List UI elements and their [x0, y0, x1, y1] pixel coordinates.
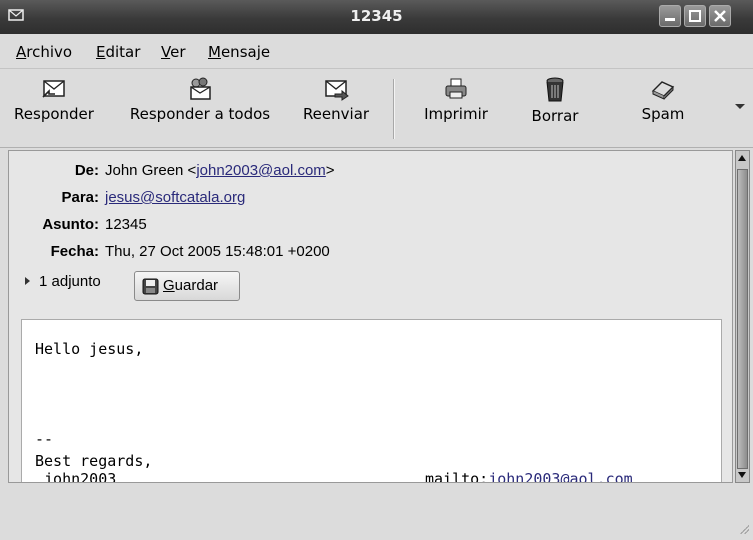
menu-ver[interactable]: Ver	[161, 43, 186, 61]
mailto-link[interactable]: john2003@aol.com	[488, 470, 633, 482]
to-email-link[interactable]: jesus@softcatala.org	[105, 189, 245, 206]
maximize-button[interactable]	[684, 5, 706, 27]
minimize-button[interactable]	[659, 5, 681, 27]
close-icon	[714, 10, 726, 22]
print-button[interactable]: Imprimir	[410, 77, 502, 123]
maximize-icon	[689, 10, 701, 22]
scroll-down-arrow[interactable]	[738, 472, 746, 478]
from-tail: >	[325, 162, 335, 179]
body-signature-separator: --	[35, 430, 54, 448]
mailto-prefix: mailto:	[425, 470, 489, 483]
window-title: 12345	[350, 7, 403, 25]
date-label: Fecha:	[50, 243, 99, 260]
reply-all-icon	[190, 77, 211, 100]
from-email-link[interactable]: john2003@aol.com	[196, 162, 325, 179]
from-label: De:	[74, 162, 99, 179]
status-bar	[0, 484, 753, 540]
expander-arrow-icon	[25, 277, 30, 285]
reply-button[interactable]: Responder	[2, 77, 106, 123]
trash-icon	[546, 77, 564, 102]
reply-icon	[42, 80, 65, 98]
body-mailto: mailto:john2003@aol.com	[425, 470, 633, 483]
scroll-up-arrow[interactable]	[738, 155, 746, 161]
spam-icon	[651, 81, 675, 100]
toolbar-overflow-arrow[interactable]	[735, 104, 745, 109]
date-value: Thu, 27 Oct 2005 15:48:01 +0200	[105, 243, 330, 260]
body-greeting: Hello jesus,	[35, 340, 144, 358]
delete-label: Borrar	[531, 107, 579, 125]
spam-button[interactable]: Spam	[626, 77, 700, 123]
print-label: Imprimir	[424, 105, 488, 123]
body-signer: john2003	[35, 470, 117, 483]
menu-archivo[interactable]: Archivo	[16, 43, 72, 61]
resize-grip[interactable]	[739, 524, 749, 534]
from-name: John Green <	[105, 162, 197, 179]
reply-all-button[interactable]: Responder a todos	[118, 77, 282, 123]
subject-label: Asunto:	[42, 216, 99, 233]
to-label: Para:	[61, 189, 99, 206]
toolbar: Responder Responder a todos Reenviar Imp…	[0, 69, 753, 148]
save-attachment-button[interactable]: Guardar	[134, 271, 240, 301]
menu-bar: Archivo Editar Ver Mensaje	[0, 34, 753, 69]
close-button[interactable]	[709, 5, 731, 27]
forward-button[interactable]: Reenviar	[292, 77, 380, 123]
message-view: De: John Green <john2003@aol.com> Para: …	[8, 150, 733, 483]
printer-icon	[445, 78, 467, 99]
scroll-thumb[interactable]	[737, 169, 748, 469]
attachment-count: 1 adjunto	[39, 273, 101, 290]
forward-label: Reenviar	[302, 105, 370, 123]
save-label: Guardar	[163, 277, 219, 294]
minimize-icon	[665, 18, 675, 21]
spam-label: Spam	[641, 105, 685, 123]
body-regards: Best regards,	[35, 452, 153, 470]
vertical-scrollbar[interactable]	[735, 150, 750, 483]
message-body[interactable]: Hello jesus, -- Best regards, john2003 m…	[21, 319, 722, 483]
menu-mensaje[interactable]: Mensaje	[208, 43, 270, 61]
toolbar-separator	[393, 79, 395, 139]
subject-value: 12345	[105, 216, 147, 233]
save-icon	[142, 278, 159, 295]
from-value: John Green <john2003@aol.com>	[105, 162, 335, 179]
forward-icon	[325, 80, 349, 101]
reply-all-label: Responder a todos	[129, 105, 271, 123]
reply-label: Responder	[14, 105, 94, 123]
attachment-expander[interactable]: 1 adjunto	[23, 273, 101, 290]
delete-button[interactable]: Borrar	[512, 77, 598, 125]
menu-editar[interactable]: Editar	[96, 43, 140, 61]
to-value: jesus@softcatala.org	[105, 189, 245, 206]
window-titlebar[interactable]: 12345	[0, 0, 753, 34]
